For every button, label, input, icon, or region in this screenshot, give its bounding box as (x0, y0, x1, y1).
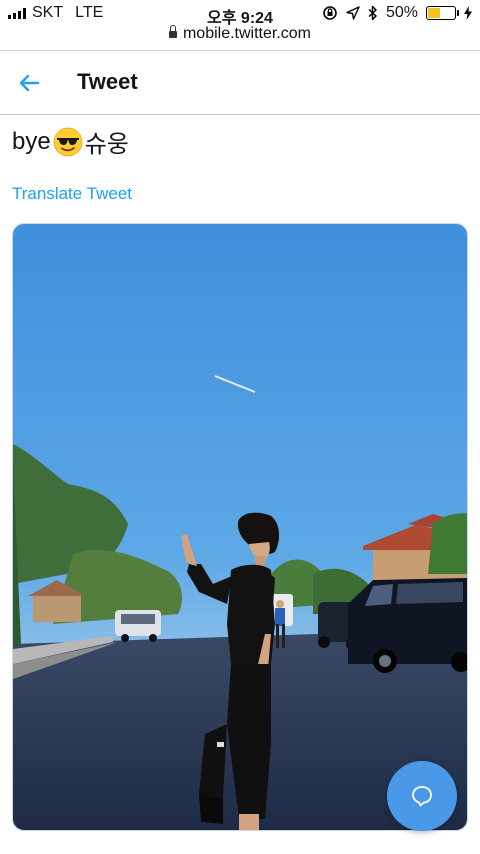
tweet-text-part: bye (12, 127, 51, 155)
arrow-left-icon (19, 74, 40, 92)
status-icons: 50% (322, 4, 472, 22)
url-bar[interactable]: mobile.twitter.com (0, 24, 480, 48)
status-bar: SKT LTE 오후 9:24 50% (0, 0, 480, 27)
page-header: Tweet (0, 51, 480, 115)
page-title: Tweet (77, 69, 138, 94)
url-text[interactable]: mobile.twitter.com (183, 25, 311, 43)
tweet-text-part: 슈웅 (84, 131, 129, 158)
bluetooth-icon (368, 5, 377, 21)
lock-icon (168, 25, 177, 38)
battery-icon (426, 6, 459, 20)
tweet-text: bye 슈웅 (12, 124, 129, 159)
sunglasses-emoji-icon (53, 127, 83, 156)
charging-bolt-icon (464, 6, 472, 20)
battery-percent: 50% (385, 4, 418, 21)
translate-tweet-link[interactable]: Translate Tweet (12, 184, 132, 204)
location-icon (346, 6, 360, 20)
reply-bubble-icon (412, 786, 432, 807)
tweet-photo[interactable] (12, 223, 468, 831)
reply-fab-button[interactable] (387, 761, 457, 831)
back-button[interactable] (16, 71, 46, 95)
photo-image (13, 224, 467, 830)
orientation-lock-icon (323, 6, 337, 20)
